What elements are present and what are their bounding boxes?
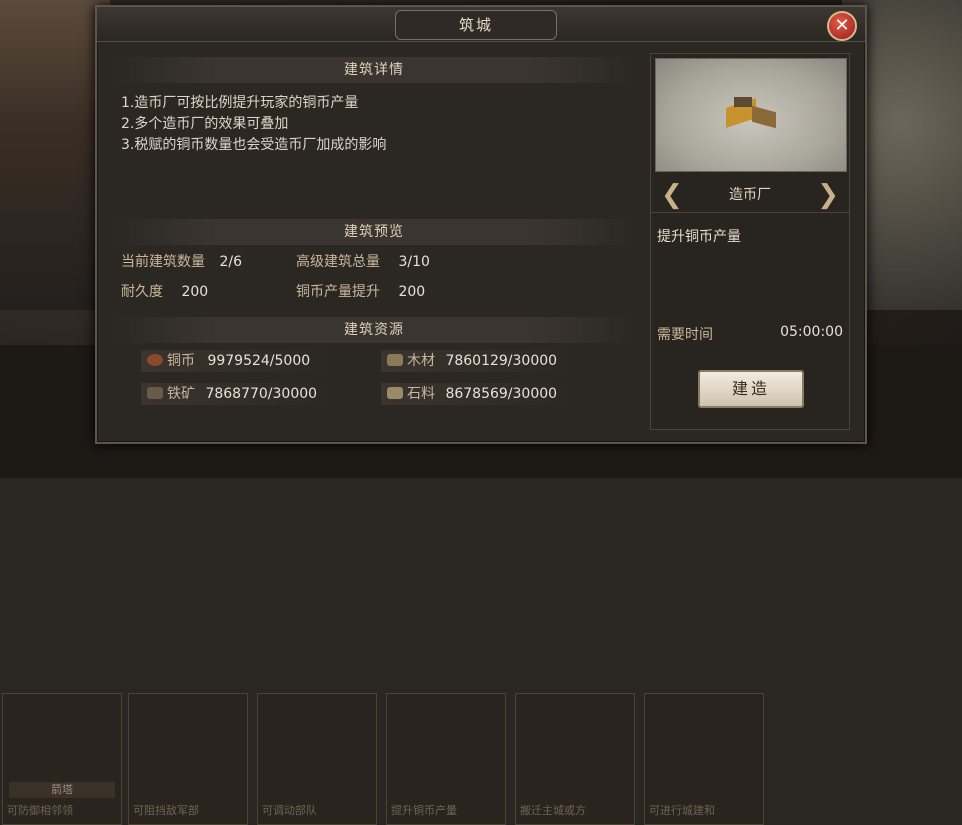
resource-name: 木材: [407, 353, 435, 369]
resource-amount: 8678569/30000: [445, 386, 558, 402]
current-count-value: 2/6: [219, 254, 242, 270]
building-card[interactable]: 可进行城建和: [644, 693, 764, 825]
building-preview-image: [655, 58, 847, 172]
build-button[interactable]: 建造: [698, 370, 804, 408]
detail-line: 2.多个造币厂的效果可叠加: [121, 116, 289, 132]
advanced-total-label: 高级建筑总量: [296, 254, 380, 270]
detail-line: 1.造币厂可按比例提升玩家的铜币产量: [121, 95, 359, 111]
advanced-total-value: 3/10: [398, 254, 430, 270]
mint-building-icon: [718, 95, 782, 131]
copper-boost-row: 铜币产量提升 200: [296, 281, 425, 301]
building-info-pane: 建筑详情 1.造币厂可按比例提升玩家的铜币产量 2.多个造币厂的效果可叠加 3.…: [113, 53, 635, 428]
resource-amount: 7860129/30000: [445, 353, 558, 369]
character-portrait: [0, 0, 110, 310]
resource-amount: 9979524/5000: [207, 353, 311, 369]
building-card-desc: 可阻挡敌军部: [133, 804, 199, 817]
resource-name: 铁矿: [167, 386, 195, 402]
building-card-title: 箭塔: [9, 782, 115, 798]
advanced-total-row: 高级建筑总量 3/10: [296, 251, 430, 271]
build-dialog: 筑城 ✕ 建筑详情 1.造币厂可按比例提升玩家的铜币产量 2.多个造币厂的效果可…: [95, 5, 867, 444]
detail-line: 3.税赋的铜币数量也会受造币厂加成的影响: [121, 137, 387, 153]
build-time-row: 需要时间 05:00:00: [657, 324, 843, 344]
building-card-desc: 搬迁主城或方: [520, 804, 586, 817]
current-count-label: 当前建筑数量: [121, 254, 205, 270]
resource-name: 铜币: [167, 353, 195, 369]
next-building-icon[interactable]: ❯: [817, 181, 839, 209]
copper-boost-label: 铜币产量提升: [296, 284, 380, 300]
resource-iron: 铁矿 7868770/30000: [141, 383, 331, 405]
resource-name: 石料: [407, 386, 435, 402]
copper-boost-value: 200: [398, 284, 426, 300]
building-selector-pane: ❮ 造币厂 ❯ 提升铜币产量 需要时间 05:00:00 建造: [650, 53, 850, 430]
resources-header: 建筑资源: [113, 317, 635, 343]
building-card-desc: 可防御相邻领: [7, 804, 73, 817]
durability-label: 耐久度: [121, 284, 163, 300]
build-time-label: 需要时间: [657, 327, 713, 343]
copper-coin-icon: [147, 354, 163, 366]
resource-amount: 7868770/30000: [205, 386, 318, 402]
building-card-desc: 可进行城建和: [649, 804, 715, 817]
wood-icon: [387, 354, 403, 366]
building-card[interactable]: 箭塔 可防御相邻领: [2, 693, 122, 825]
building-card[interactable]: 可调动部队: [257, 693, 377, 825]
stone-icon: [387, 387, 403, 399]
details-list: 1.造币厂可按比例提升玩家的铜币产量 2.多个造币厂的效果可叠加 3.税赋的铜币…: [121, 93, 386, 156]
building-card[interactable]: 搬迁主城或方: [515, 693, 635, 825]
durability-row: 耐久度 200: [121, 281, 208, 301]
details-header: 建筑详情: [113, 57, 635, 83]
iron-ore-icon: [147, 387, 163, 399]
building-card[interactable]: 可阻挡敌军部: [128, 693, 248, 825]
building-card-desc: 提升铜币产量: [391, 804, 457, 817]
dialog-titlebar: 筑城: [97, 7, 865, 42]
current-count-row: 当前建筑数量 2/6: [121, 251, 242, 271]
dialog-title: 筑城: [395, 10, 557, 40]
preview-header: 建筑预览: [113, 219, 635, 245]
building-description: 提升铜币产量: [657, 229, 741, 245]
resource-copper: 铜币 9979524/5000: [141, 350, 331, 372]
build-time-value: 05:00:00: [780, 324, 843, 340]
durability-value: 200: [181, 284, 209, 300]
resource-wood: 木材 7860129/30000: [381, 350, 571, 372]
building-card-desc: 可调动部队: [262, 804, 317, 817]
close-button[interactable]: ✕: [827, 11, 857, 41]
resource-stone: 石料 8678569/30000: [381, 383, 571, 405]
building-nav: ❮ 造币厂 ❯: [651, 178, 849, 213]
building-card[interactable]: 提升铜币产量: [386, 693, 506, 825]
